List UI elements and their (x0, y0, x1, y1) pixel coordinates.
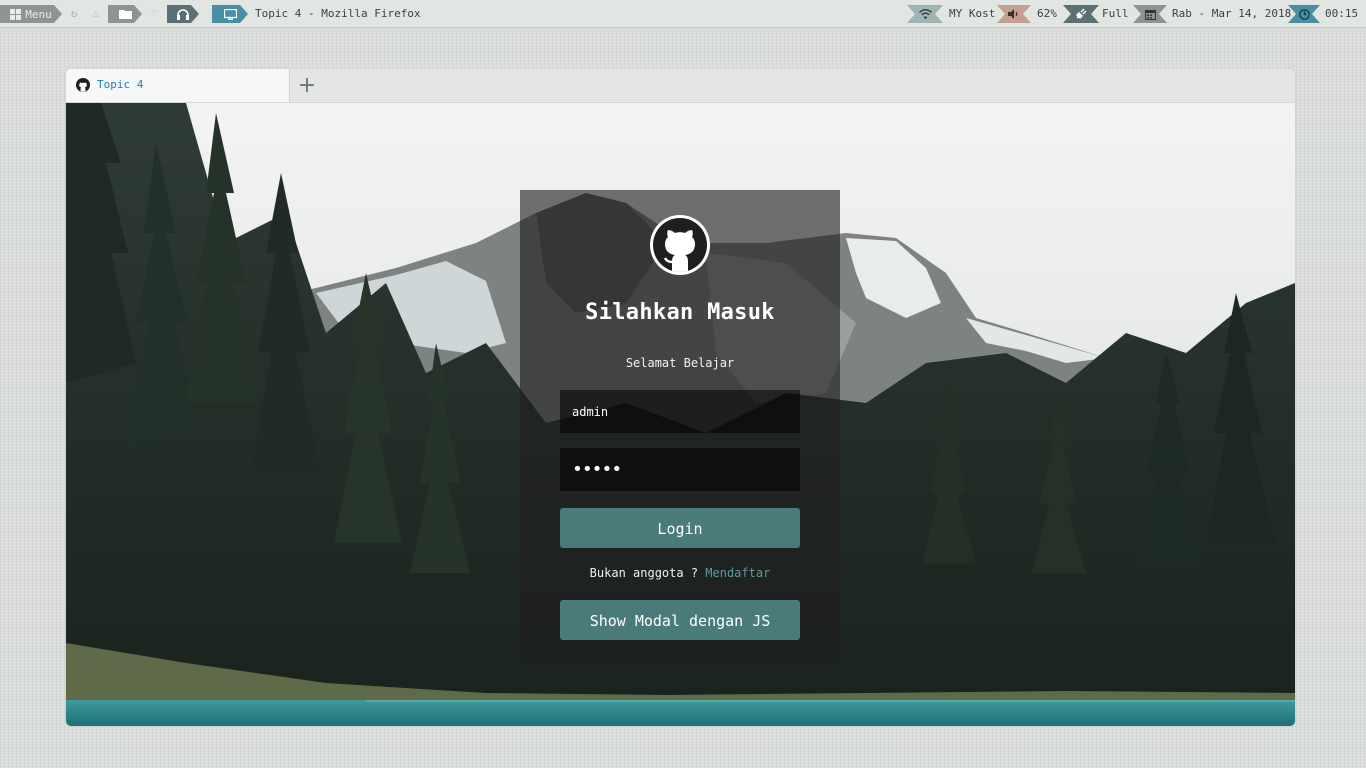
github-icon (76, 78, 90, 92)
login-card: Silahkan Masuk Selamat Belajar Login Buk… (520, 190, 840, 662)
volume-indicator[interactable] (997, 5, 1031, 23)
grid-icon (10, 9, 21, 20)
volume-level: 62% (1037, 7, 1057, 20)
headphones-launcher[interactable] (167, 5, 199, 23)
username-input[interactable] (560, 390, 800, 433)
browser-window: Topic 4 + Silahkan Masuk Selamat Belajar… (66, 69, 1295, 726)
monitor-icon (224, 9, 237, 20)
heartbeat-icon[interactable]: ♡ (148, 8, 162, 20)
password-input[interactable] (560, 448, 800, 491)
wifi-name: MY Kost (949, 7, 996, 20)
battery-status: Full (1102, 7, 1129, 20)
window-title: Topic 4 - Mozilla Firefox (255, 7, 421, 20)
wifi-icon (919, 9, 932, 19)
time-label: 00:15 (1325, 7, 1359, 20)
page-content: Silahkan Masuk Selamat Belajar Login Buk… (66, 103, 1295, 726)
battery-indicator[interactable] (1063, 5, 1099, 23)
menu-button[interactable]: Menu (0, 5, 62, 23)
date-label: Rab - Mar 14, 2018 (1172, 7, 1292, 20)
new-tab-button[interactable]: + (292, 72, 322, 100)
github-octocat-icon (663, 230, 695, 272)
login-button[interactable]: Login (560, 508, 800, 548)
calendar-indicator[interactable] (1133, 5, 1167, 23)
tab-title: Topic 4 (97, 78, 144, 91)
avatar (650, 215, 710, 275)
plug-icon (1075, 8, 1087, 20)
folder-icon (119, 9, 132, 19)
clock-icon (1299, 9, 1310, 20)
headphones-icon (177, 9, 189, 20)
login-title: Silahkan Masuk (585, 300, 775, 325)
wifi-indicator[interactable] (907, 5, 943, 23)
clock-indicator[interactable] (1288, 5, 1320, 23)
show-modal-button[interactable]: Show Modal dengan JS (560, 600, 800, 640)
tab-bar: Topic 4 + (66, 69, 1295, 103)
calendar-icon (1145, 9, 1156, 20)
login-subtitle: Selamat Belajar (625, 356, 735, 370)
register-link[interactable]: Mendaftar (705, 566, 770, 580)
tab-topic-4[interactable]: Topic 4 (66, 69, 290, 102)
top-panel: Menu ↻ ♨ ♡ Topic 4 - Mozilla Firefox MY … (0, 0, 1366, 28)
register-line: Bukan anggota ? Mendaftar (520, 566, 840, 580)
speaker-icon (1008, 9, 1020, 19)
folder-launcher[interactable] (108, 5, 142, 23)
flame-icon[interactable]: ♨ (90, 8, 102, 20)
refresh-icon[interactable]: ↻ (68, 8, 80, 20)
register-prompt: Bukan anggota ? (589, 566, 699, 580)
menu-label: Menu (25, 7, 52, 21)
window-launcher[interactable] (212, 5, 248, 23)
